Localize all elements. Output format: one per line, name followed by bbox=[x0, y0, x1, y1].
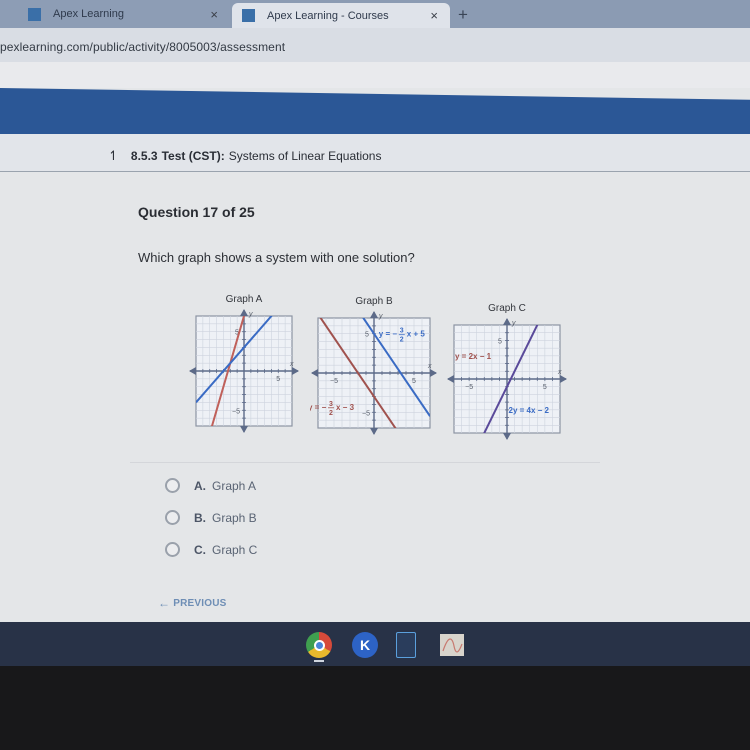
option-label[interactable]: Graph C bbox=[212, 543, 257, 557]
graph-a-plot: xy55−5 bbox=[189, 309, 299, 433]
url-text[interactable]: pexlearning.com/public/activity/8005003/… bbox=[0, 40, 285, 54]
y-axis-arrow bbox=[240, 426, 248, 433]
left-arrow-icon: ← bbox=[158, 596, 171, 610]
x-tick-label: 5 bbox=[276, 376, 280, 383]
document-app-icon[interactable] bbox=[396, 632, 416, 658]
active-app-indicator bbox=[314, 660, 324, 662]
graph-c-plot: x y 5 −5 5 y = 2x − 1 2y = 4x − 2 bbox=[447, 318, 567, 440]
x-tick-label: −5 bbox=[330, 378, 338, 385]
option-letter: A. bbox=[194, 478, 206, 493]
y-tick-label: −5 bbox=[232, 408, 240, 415]
k-letter: K bbox=[359, 637, 371, 653]
graph-title: Graph B bbox=[355, 296, 393, 307]
y-tick-label: −5 bbox=[362, 410, 370, 417]
monitor-bezel bbox=[0, 666, 750, 750]
question-prompt: Which graph shows a system with one solu… bbox=[138, 250, 415, 265]
tab-label: Apex Learning - Courses bbox=[267, 9, 389, 22]
equation-label: y = − bbox=[379, 330, 398, 339]
up-arrow-icon[interactable]: ↿ bbox=[108, 148, 119, 164]
x-axis-arrow bbox=[430, 369, 437, 377]
close-tab-icon[interactable]: × bbox=[430, 8, 438, 23]
x-axis-arrow bbox=[292, 367, 299, 375]
radio-button[interactable] bbox=[165, 542, 180, 557]
tab-label: Apex Learning bbox=[53, 8, 124, 20]
x-tick-label: −5 bbox=[465, 384, 473, 391]
test-label: Test (CST): bbox=[161, 149, 225, 163]
divider bbox=[130, 462, 600, 463]
previous-label: PREVIOUS bbox=[173, 597, 227, 609]
x-axis-label: x bbox=[427, 363, 432, 370]
graph-title: Graph C bbox=[488, 303, 526, 314]
equation-label-numerator: 3 bbox=[400, 328, 404, 335]
chart-app-icon[interactable] bbox=[440, 634, 464, 656]
x-axis-arrow bbox=[447, 375, 454, 383]
graph-a: Graph A x y 5 5 −5 bbox=[188, 294, 300, 434]
equation-label: x − 3 bbox=[336, 403, 355, 412]
wave-icon bbox=[442, 638, 463, 653]
option-a[interactable]: A. Graph A bbox=[165, 478, 256, 493]
option-c[interactable]: C. Graph C bbox=[165, 542, 257, 557]
option-label[interactable]: Graph A bbox=[212, 479, 256, 493]
radio-button[interactable] bbox=[165, 478, 180, 493]
equation-label-denominator: 2 bbox=[400, 337, 404, 344]
tab-apex-learning-courses[interactable]: Apex Learning - Courses × bbox=[232, 3, 450, 28]
radio-button[interactable] bbox=[165, 510, 180, 525]
question-counter: Question 17 of 25 bbox=[138, 204, 255, 220]
x-tick-label: 5 bbox=[543, 384, 547, 391]
equation-label-numerator: 3 bbox=[329, 401, 333, 408]
y-axis-label: y bbox=[378, 313, 383, 320]
course-code: 8.5.3 bbox=[130, 149, 158, 163]
os-shelf: K bbox=[0, 622, 750, 666]
new-tab-button[interactable]: + bbox=[458, 5, 468, 25]
equation-label: 2y = 4x − 2 bbox=[509, 406, 550, 415]
graph-title: Graph A bbox=[225, 294, 263, 305]
graph-c: Graph C x y 5 −5 5 y = 2x − 1 2y = 4x − 2 bbox=[446, 303, 568, 440]
y-axis-arrow bbox=[503, 433, 511, 440]
close-tab-icon[interactable]: × bbox=[210, 7, 218, 22]
option-label[interactable]: Graph B bbox=[212, 511, 257, 525]
x-axis-label: x bbox=[289, 361, 294, 368]
equation-label: y = − bbox=[310, 403, 327, 412]
equation-label: x + 5 bbox=[407, 330, 426, 339]
x-axis-arrow bbox=[560, 375, 567, 383]
chrome-icon[interactable] bbox=[306, 632, 332, 658]
y-axis-arrow bbox=[370, 428, 378, 435]
k-app-icon[interactable]: K bbox=[352, 632, 378, 658]
x-axis-arrow bbox=[189, 367, 196, 375]
previous-button[interactable]: ← PREVIOUS bbox=[158, 596, 226, 610]
y-axis-arrow bbox=[240, 309, 248, 316]
browser-tab-strip: Apex Learning × Apex Learning - Courses … bbox=[0, 0, 750, 28]
x-axis-arrow bbox=[311, 369, 318, 377]
option-b[interactable]: B. Graph B bbox=[165, 510, 257, 525]
y-tick-label: 5 bbox=[365, 332, 369, 339]
equation-label-denominator: 2 bbox=[329, 410, 333, 417]
x-axis-label: x bbox=[557, 369, 562, 376]
breadcrumb[interactable]: ↿ 8.5.3 Test (CST): Systems of Linear Eq… bbox=[108, 148, 381, 164]
page-content: ↿ 8.5.3 Test (CST): Systems of Linear Eq… bbox=[0, 62, 750, 622]
graph-b-plot: xy5−55−5y = −32x + 5y = −32x − 3 bbox=[310, 311, 437, 435]
address-bar[interactable]: pexlearning.com/public/activity/8005003/… bbox=[0, 28, 750, 62]
top-band bbox=[0, 62, 750, 88]
y-axis-label: y bbox=[511, 320, 516, 327]
equation-label: y = 2x − 1 bbox=[455, 352, 492, 361]
y-axis-label: y bbox=[248, 311, 253, 318]
y-axis-arrow bbox=[370, 311, 378, 318]
activity-title: Systems of Linear Equations bbox=[228, 149, 382, 163]
graph-b: Graph B x y 5 −5 5 −5 y = −3 2 x + 5y = −3 2 x − 3 bbox=[310, 296, 438, 436]
y-axis-arrow bbox=[503, 318, 511, 325]
option-letter: B. bbox=[194, 510, 206, 525]
x-tick-label: 5 bbox=[412, 378, 416, 385]
option-letter: C. bbox=[194, 542, 206, 557]
tab-apex-learning[interactable]: Apex Learning × bbox=[0, 0, 230, 28]
activity-header: ↿ 8.5.3 Test (CST): Systems of Linear Eq… bbox=[0, 134, 750, 172]
apex-favicon-icon bbox=[28, 7, 41, 21]
chrome-center bbox=[313, 639, 325, 651]
apex-favicon-icon bbox=[242, 9, 255, 22]
y-tick-label: 5 bbox=[498, 338, 502, 345]
